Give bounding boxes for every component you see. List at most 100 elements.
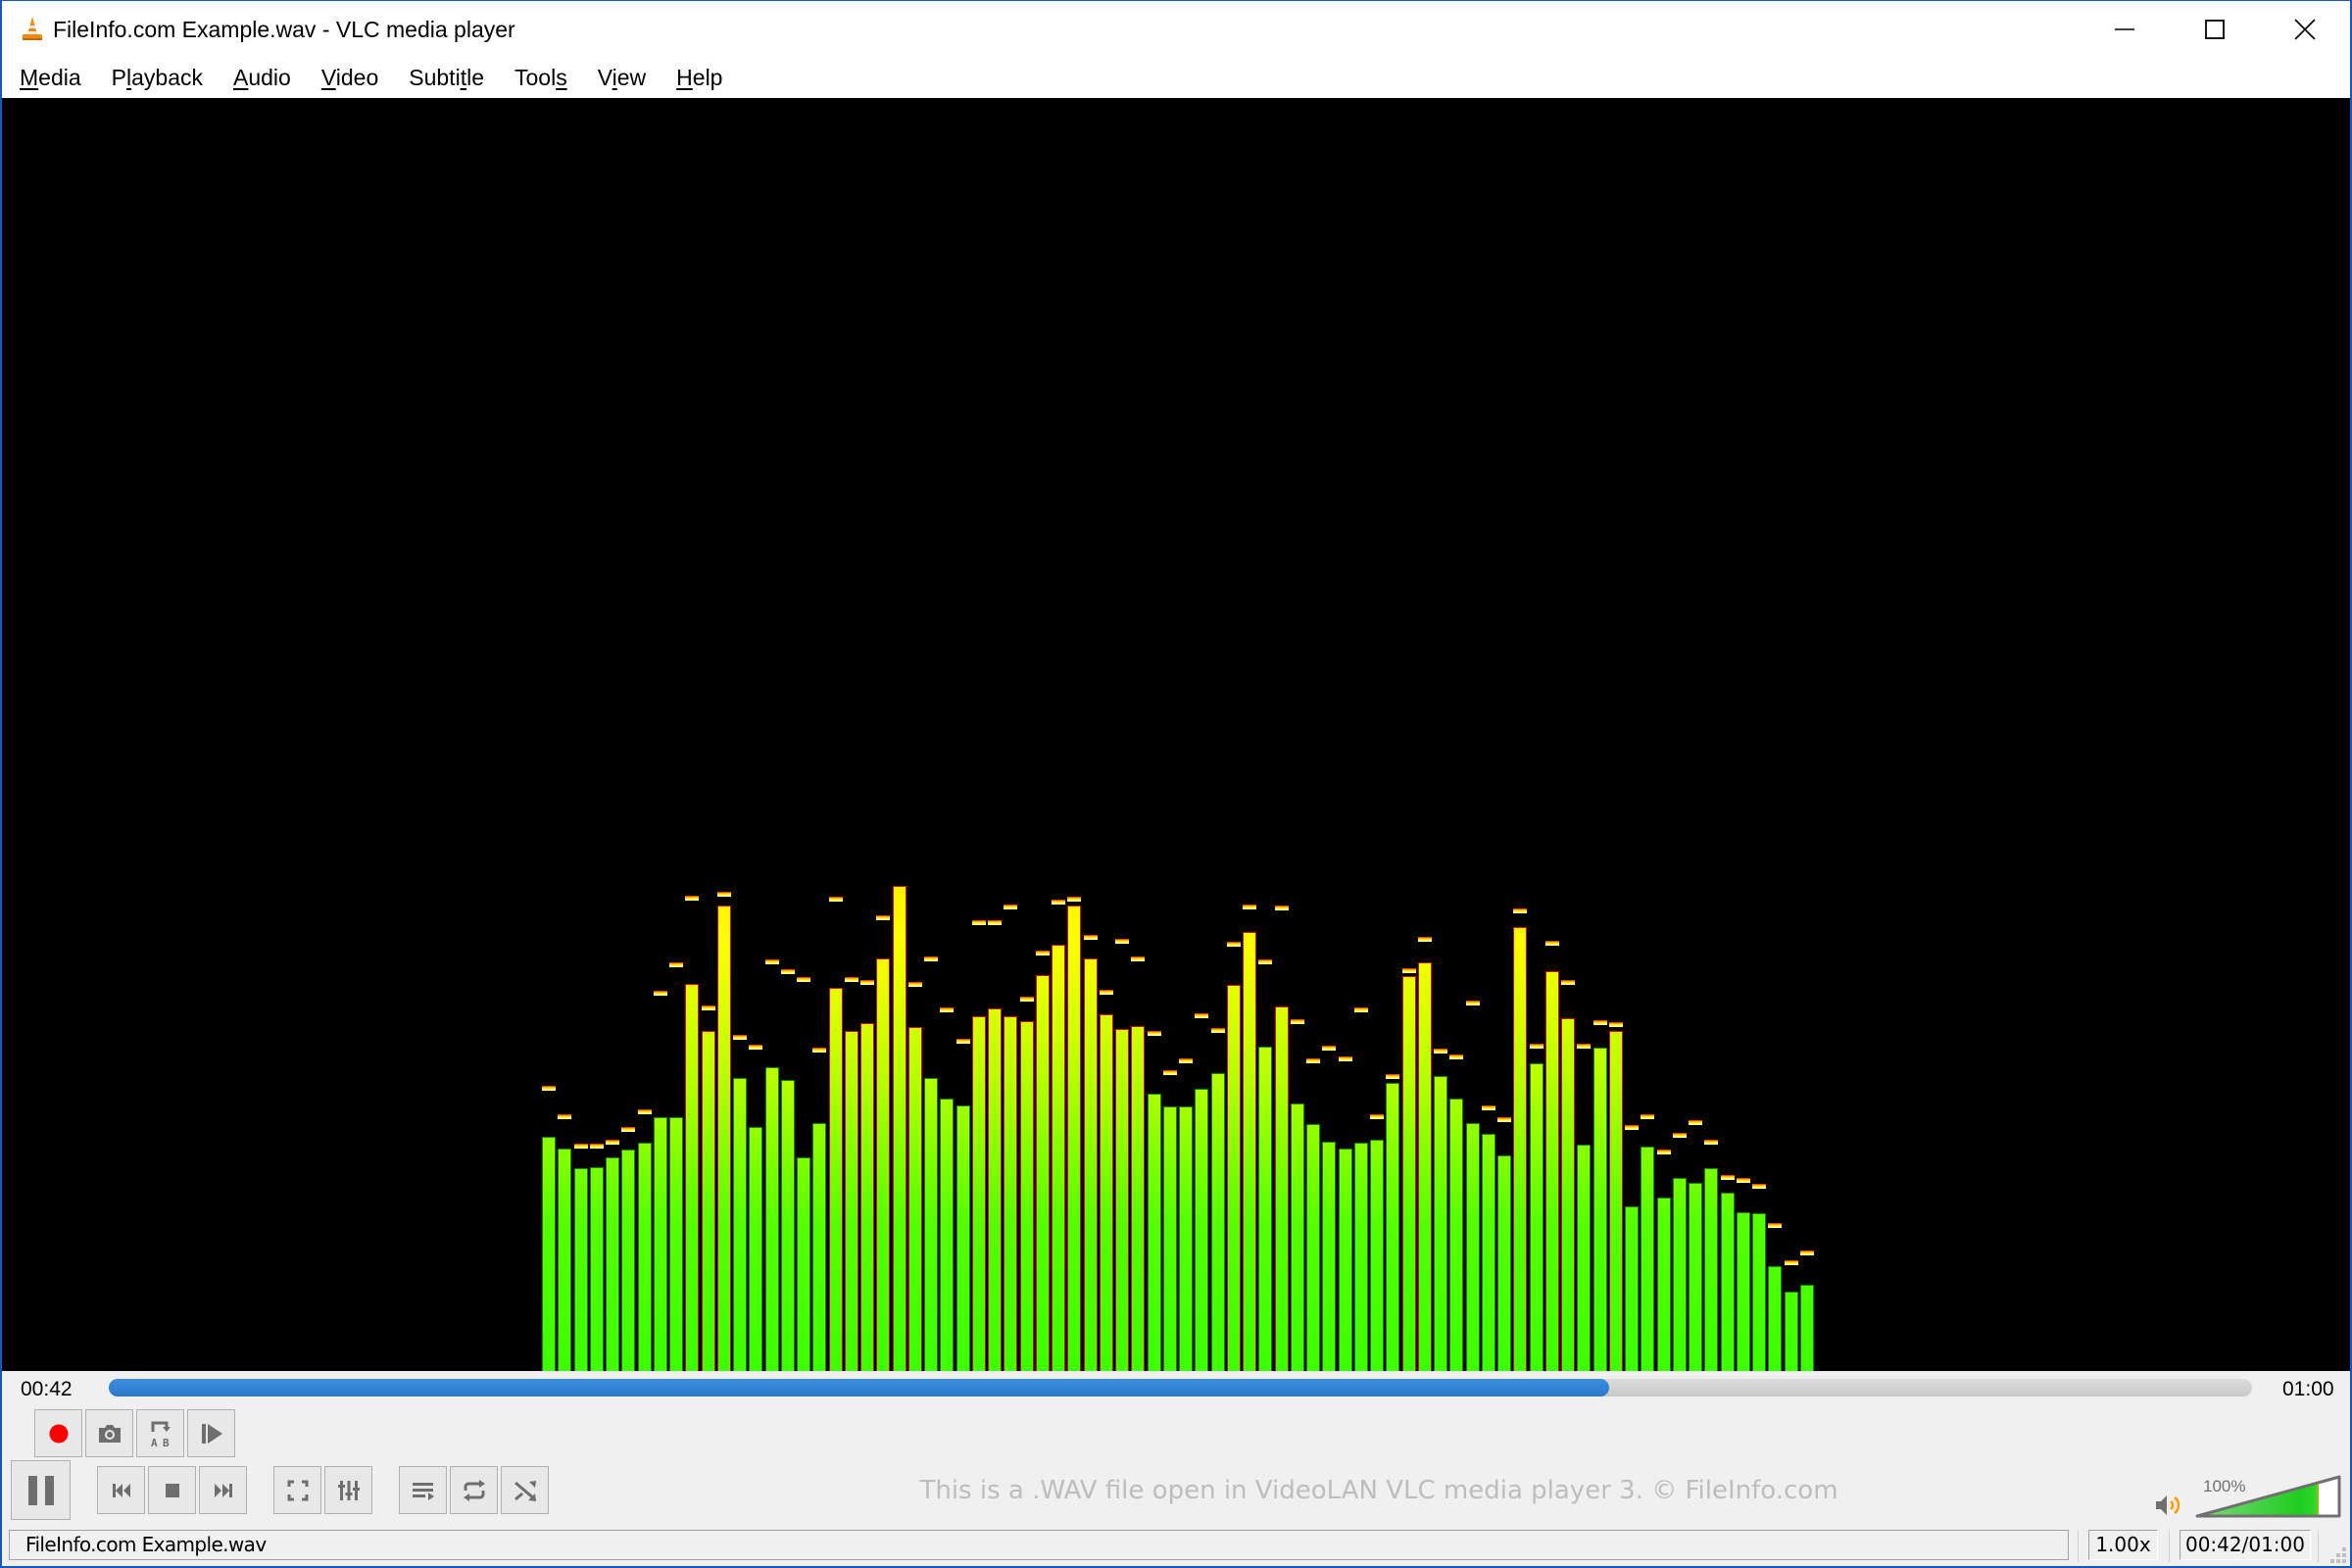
spectrum-bar bbox=[1258, 1047, 1272, 1371]
pause-button[interactable] bbox=[11, 1460, 71, 1520]
spectrum-bar bbox=[1737, 1212, 1750, 1371]
spectrum-bar bbox=[1482, 1134, 1495, 1371]
spectrum-peak-marker bbox=[812, 1048, 826, 1053]
spectrum-peak-marker bbox=[1036, 951, 1050, 956]
elapsed-time: 00:42 bbox=[21, 1378, 73, 1400]
loop-button[interactable] bbox=[450, 1466, 498, 1514]
snapshot-button[interactable] bbox=[85, 1409, 133, 1457]
spectrum-peak-marker bbox=[1084, 935, 1098, 940]
spectrum-bar bbox=[1577, 1145, 1591, 1371]
spectrum-peak-marker bbox=[1434, 1049, 1447, 1054]
spectrum-peak-marker bbox=[797, 977, 810, 982]
menu-help[interactable]: Help bbox=[665, 63, 733, 92]
menu-accelerator: l bbox=[126, 65, 132, 90]
spectrum-peak-marker bbox=[829, 897, 843, 902]
spectrum-peak-marker bbox=[606, 1140, 619, 1145]
spectrum-bar bbox=[1148, 1094, 1161, 1371]
stop-button[interactable] bbox=[148, 1466, 196, 1514]
total-time[interactable]: 01:00 bbox=[2282, 1378, 2334, 1401]
playback-speed[interactable]: 1.00x bbox=[2088, 1530, 2158, 1560]
spectrum-bar bbox=[1625, 1206, 1639, 1371]
status-time[interactable]: 00:42/01:00 bbox=[2180, 1530, 2311, 1560]
speaker-icon[interactable] bbox=[2154, 1491, 2185, 1520]
spectrum-peak-marker bbox=[1100, 990, 1113, 995]
menu-accelerator: V bbox=[320, 65, 336, 90]
loop-a-b-button[interactable]: AB bbox=[136, 1409, 184, 1457]
spectrum-peak-marker bbox=[860, 980, 874, 985]
spectrum-peak-marker bbox=[1530, 1044, 1544, 1049]
spectrum-peak-marker bbox=[1243, 905, 1256, 909]
spectrum-bar bbox=[1179, 1106, 1193, 1371]
spectrum-bar bbox=[1227, 985, 1241, 1371]
extended-settings-button[interactable] bbox=[324, 1466, 372, 1514]
spectrum-peak-marker bbox=[988, 920, 1002, 925]
spectrum-bar bbox=[1163, 1106, 1177, 1371]
spectrum-peak-marker bbox=[1004, 905, 1017, 909]
status-divider bbox=[2169, 1530, 2170, 1562]
spectrum-bar bbox=[765, 1067, 779, 1371]
playlist-button[interactable] bbox=[399, 1466, 447, 1514]
spectrum-peak-marker bbox=[1497, 1117, 1511, 1122]
maximize-button[interactable] bbox=[2170, 1, 2260, 57]
spectrum-peak-marker bbox=[1513, 908, 1527, 913]
spectrum-peak-marker bbox=[765, 959, 779, 964]
spectrum-bar bbox=[1497, 1155, 1511, 1371]
menu-accelerator: t bbox=[460, 65, 467, 90]
previous-button[interactable] bbox=[97, 1466, 145, 1514]
spectrum-bar bbox=[1339, 1149, 1352, 1371]
spectrum-peak-marker bbox=[685, 896, 699, 901]
spectrum-peak-marker bbox=[749, 1045, 762, 1050]
seek-slider[interactable] bbox=[109, 1379, 2252, 1396]
record-button[interactable] bbox=[34, 1409, 82, 1457]
spectrum-visualizer bbox=[2, 98, 2350, 1371]
spectrum-peak-marker bbox=[1115, 939, 1129, 944]
menu-audio[interactable]: Audio bbox=[222, 63, 302, 92]
menu-subtitle[interactable]: Subtitle bbox=[398, 63, 495, 92]
spectrum-peak-marker bbox=[1768, 1223, 1782, 1228]
spectrum-peak-marker bbox=[908, 982, 922, 987]
volume-slider[interactable] bbox=[2195, 1474, 2342, 1519]
menu-tools[interactable]: Tools bbox=[504, 63, 578, 92]
spectrum-peak-marker bbox=[1561, 980, 1575, 985]
spectrum-peak-marker bbox=[1020, 997, 1034, 1002]
spectrum-peak-marker bbox=[1163, 1070, 1177, 1075]
spectrum-peak-marker bbox=[1577, 1044, 1591, 1049]
spectrum-peak-marker bbox=[1211, 1028, 1225, 1033]
spectrum-bar bbox=[1306, 1124, 1320, 1371]
spectrum-bar bbox=[1322, 1142, 1336, 1371]
spectrum-bar bbox=[1211, 1073, 1225, 1371]
spectrum-bar bbox=[733, 1078, 747, 1371]
menu-media[interactable]: Media bbox=[9, 63, 92, 92]
spectrum-bar bbox=[1800, 1285, 1814, 1371]
spectrum-peak-marker bbox=[940, 1007, 954, 1012]
frame-by-frame-button[interactable] bbox=[187, 1409, 235, 1457]
spectrum-bar bbox=[1561, 1018, 1575, 1371]
fullscreen-button[interactable] bbox=[273, 1466, 321, 1514]
status-divider bbox=[2078, 1530, 2079, 1562]
skip-previous-icon bbox=[112, 1483, 130, 1497]
menu-view[interactable]: View bbox=[587, 63, 657, 92]
spectrum-peak-marker bbox=[1657, 1150, 1671, 1154]
spectrum-bar bbox=[1386, 1083, 1399, 1371]
spectrum-bar bbox=[908, 1027, 922, 1371]
close-button[interactable] bbox=[2260, 1, 2350, 57]
menu-playback[interactable]: Playback bbox=[101, 63, 214, 92]
spectrum-peak-marker bbox=[1291, 1019, 1304, 1024]
spectrum-bar bbox=[956, 1105, 970, 1371]
menu-video[interactable]: Video bbox=[311, 63, 389, 92]
spectrum-bar bbox=[1084, 958, 1098, 1371]
spectrum-peak-marker bbox=[1179, 1058, 1193, 1063]
shuffle-icon bbox=[514, 1480, 536, 1501]
spectrum-peak-marker bbox=[1673, 1133, 1687, 1138]
minimize-button[interactable] bbox=[2080, 1, 2170, 57]
spectrum-peak-marker bbox=[1322, 1046, 1336, 1051]
spectrum-bar bbox=[1704, 1168, 1718, 1371]
resize-grip-icon[interactable] bbox=[2328, 1545, 2348, 1563]
spectrum-bar bbox=[1067, 906, 1081, 1371]
next-button[interactable] bbox=[199, 1466, 247, 1514]
random-button[interactable] bbox=[501, 1466, 549, 1514]
spectrum-peak-marker bbox=[1800, 1250, 1814, 1255]
video-area[interactable] bbox=[2, 98, 2350, 1371]
spectrum-bar bbox=[1195, 1089, 1208, 1371]
spectrum-peak-marker bbox=[1370, 1114, 1384, 1119]
